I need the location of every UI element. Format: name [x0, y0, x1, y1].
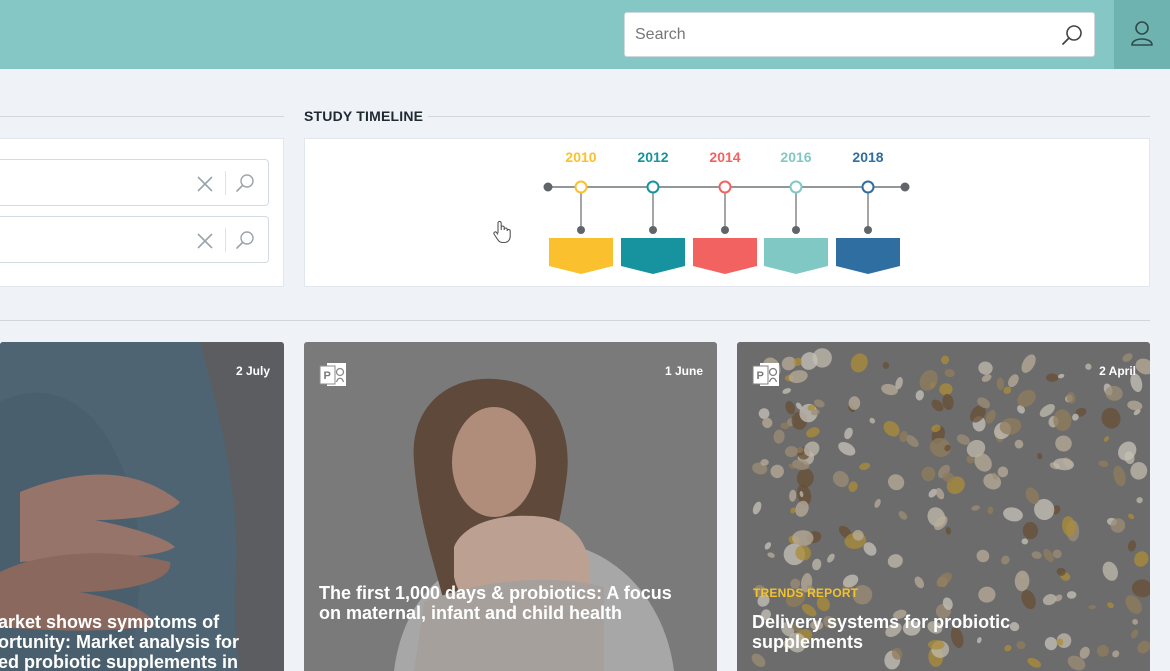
- timeline-node: [861, 180, 875, 194]
- card-title-line: on maternal, infant and child health: [319, 603, 623, 623]
- timeline-node: [789, 180, 803, 194]
- card-date: 2 July: [235, 364, 270, 378]
- timeline-stem-dot: [649, 226, 657, 234]
- timeline-stem-dot: [721, 226, 729, 234]
- card-title: Delivery systems for probiotic supplemen…: [752, 612, 1142, 652]
- card-date: 2 April: [1099, 364, 1136, 378]
- timeline-stem-dot: [864, 226, 872, 234]
- card-title-line: ed probiotic supplements in: [0, 652, 239, 671]
- timeline-node: [574, 180, 588, 194]
- article-card[interactable]: 2 July arket shows symptoms of ortunity:…: [0, 342, 284, 671]
- card-title-line: The first 1,000 days & probiotics: A foc…: [319, 583, 672, 603]
- presentation-doc-icon: P: [319, 363, 346, 386]
- timeline-flag-2010[interactable]: [549, 238, 613, 274]
- card-title: arket shows symptoms of ortunity: Market…: [0, 612, 284, 671]
- cards-divider: [0, 320, 1150, 321]
- card-title: The first 1,000 days & probiotics: A foc…: [319, 583, 709, 623]
- card-title-line: Delivery systems for probiotic: [752, 612, 1011, 632]
- timeline-flag-2018[interactable]: [836, 238, 900, 274]
- timeline-stem-dot: [577, 226, 585, 234]
- card-tag: TRENDS REPORT: [753, 586, 859, 600]
- article-card[interactable]: P 1 June The first 1,000 days & probioti…: [304, 342, 717, 671]
- timeline-node: [646, 180, 660, 194]
- svg-text:P: P: [324, 370, 331, 382]
- card-title-line: arket shows symptoms of: [0, 612, 220, 632]
- svg-text:P: P: [757, 370, 764, 382]
- timeline-flag-2014[interactable]: [693, 238, 757, 274]
- presentation-doc-icon: P: [752, 363, 779, 386]
- card-title-line: supplements: [752, 632, 864, 652]
- timeline-flag-2012[interactable]: [621, 238, 685, 274]
- timeline-flag-2016[interactable]: [764, 238, 828, 274]
- card-date: 1 June: [664, 364, 703, 378]
- timeline-stem-dot: [792, 226, 800, 234]
- timeline-node: [718, 180, 732, 194]
- article-card[interactable]: P 2 April TRENDS REPORT Delivery systems…: [737, 342, 1150, 671]
- card-title-line: ortunity: Market analysis for: [0, 632, 240, 652]
